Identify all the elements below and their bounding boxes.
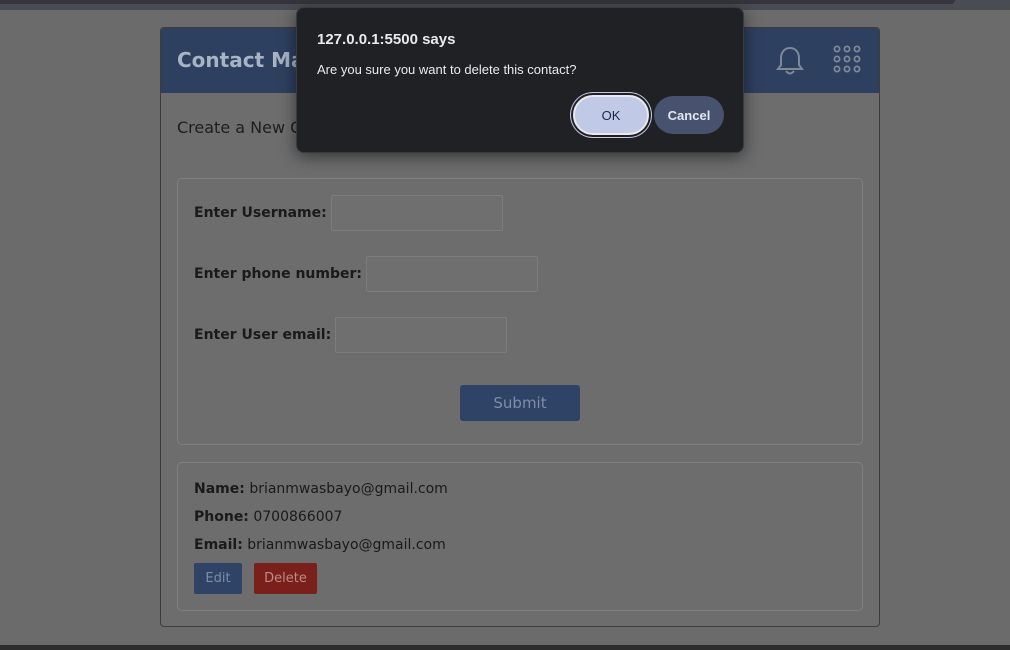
- email-label: Enter User email:: [194, 327, 332, 343]
- delete-button[interactable]: Delete: [254, 563, 317, 594]
- contact-form: Enter Username: Enter phone number: Ente…: [177, 178, 863, 445]
- contact-card: Name: brianmwasbayo@gmail.com Phone: 070…: [177, 462, 863, 611]
- contact-name-value: brianmwasbayo@gmail.com: [249, 481, 448, 497]
- submit-button[interactable]: Submit: [460, 385, 580, 421]
- phone-label: Enter phone number:: [194, 266, 362, 282]
- contact-phone-value: 0700866007: [253, 509, 343, 525]
- cancel-button[interactable]: Cancel: [654, 96, 724, 134]
- section-title: Create a New Co: [177, 118, 312, 137]
- dialog-message: Are you sure you want to delete this con…: [317, 62, 577, 77]
- browser-bottom-bar: [0, 645, 1010, 650]
- confirm-dialog: 127.0.0.1:5500 says Are you sure you wan…: [296, 7, 744, 153]
- contact-email: Email: brianmwasbayo@gmail.com: [194, 537, 446, 553]
- edit-button[interactable]: Edit: [194, 563, 242, 594]
- phone-row: Enter phone number:: [194, 256, 538, 292]
- contact-name-label: Name:: [194, 481, 245, 497]
- username-row: Enter Username:: [194, 195, 503, 231]
- email-input[interactable]: [335, 317, 508, 353]
- phone-input[interactable]: [365, 256, 538, 292]
- bell-icon[interactable]: [775, 45, 805, 77]
- contact-name: Name: brianmwasbayo@gmail.com: [194, 481, 448, 497]
- contact-phone-label: Phone:: [194, 509, 249, 525]
- email-row: Enter User email:: [194, 317, 508, 353]
- contact-email-value: brianmwasbayo@gmail.com: [247, 537, 446, 553]
- contact-phone: Phone: 0700866007: [194, 509, 342, 525]
- dialog-origin: 127.0.0.1:5500 says: [317, 31, 456, 48]
- grid-icon[interactable]: [833, 45, 861, 73]
- contact-email-label: Email:: [194, 537, 243, 553]
- browser-scroll-indicator: [0, 0, 955, 4]
- ok-button[interactable]: OK: [573, 95, 649, 135]
- username-label: Enter Username:: [194, 205, 327, 221]
- username-input[interactable]: [330, 195, 503, 231]
